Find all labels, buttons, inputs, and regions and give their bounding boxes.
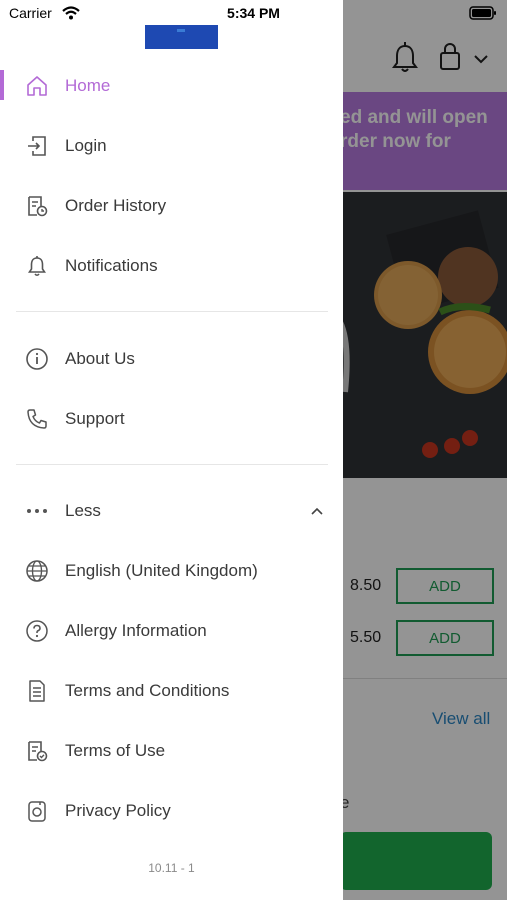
menu-item-order-history[interactable]: Order History <box>0 184 343 228</box>
navigation-drawer: Home Login Order History Notifications A… <box>0 0 343 900</box>
menu-item-terms-of-use[interactable]: Terms of Use <box>0 729 343 773</box>
section-divider <box>340 678 507 679</box>
globe-icon <box>26 560 48 582</box>
menu-item-privacy-policy[interactable]: Privacy Policy <box>0 789 343 833</box>
menu-item-home[interactable]: Home <box>0 64 343 108</box>
menu-item-label: Login <box>65 136 107 155</box>
chevron-down-icon[interactable] <box>472 40 490 76</box>
basket-icon[interactable] <box>436 40 466 76</box>
view-all-link[interactable]: View all <box>432 709 490 729</box>
menu-item-label: English (United Kingdom) <box>65 561 258 580</box>
bell-icon <box>28 256 46 277</box>
add-button[interactable]: ADD <box>396 568 494 604</box>
menu-less-toggle[interactable]: Less <box>0 489 343 533</box>
menu-item-label: Notifications <box>65 256 158 275</box>
menu-item-support[interactable]: Support <box>0 397 343 441</box>
menu-item-label: About Us <box>65 349 135 368</box>
menu-item-login[interactable]: Login <box>0 124 343 168</box>
menu-item-label: Terms and Conditions <box>65 681 230 700</box>
question-icon <box>26 620 48 642</box>
menu-item-label: Order History <box>65 196 167 215</box>
product-price: 5.50 <box>350 629 382 646</box>
document-check-icon <box>28 741 48 762</box>
app-version: 10.11 - 1 <box>148 861 195 875</box>
menu-item-label: Allergy Information <box>65 621 207 640</box>
menu-item-label: Terms of Use <box>65 741 166 760</box>
more-dots-icon <box>27 509 47 513</box>
menu-item-label: Home <box>65 76 111 95</box>
notification-bell-icon[interactable] <box>390 40 420 76</box>
banner-text: ed and will open rder now for <box>340 107 488 152</box>
menu-item-label: Privacy Policy <box>65 801 171 820</box>
menu-item-label: Less <box>65 501 101 520</box>
brand-logo <box>145 25 218 49</box>
menu-item-about-us[interactable]: About Us <box>0 337 343 381</box>
menu-item-terms-and-conditions[interactable]: Terms and Conditions <box>0 669 343 713</box>
info-icon <box>26 348 48 370</box>
menu-item-label: Support <box>65 409 125 428</box>
status-bar: Carrier 5:34 PM <box>0 0 507 28</box>
product-price: 8.50 <box>350 577 382 594</box>
phone-icon <box>27 409 47 429</box>
home-icon <box>27 76 47 96</box>
battery-icon <box>469 6 496 20</box>
menu-item-notifications[interactable]: Notifications <box>0 244 343 288</box>
document-icon <box>29 680 45 702</box>
order-history-icon <box>28 196 48 217</box>
menu-divider <box>16 464 328 465</box>
checkout-button[interactable] <box>340 832 492 890</box>
menu-item-allergy-information[interactable]: Allergy Information <box>0 609 343 653</box>
status-time: 5:34 PM <box>227 5 280 21</box>
menu-item-language[interactable]: English (United Kingdom) <box>0 549 343 593</box>
hero-image <box>340 192 507 478</box>
menu-divider <box>16 311 328 312</box>
chevron-up-icon <box>311 507 323 515</box>
add-button[interactable]: ADD <box>396 620 494 656</box>
login-icon <box>28 136 46 156</box>
privacy-icon <box>28 801 46 822</box>
